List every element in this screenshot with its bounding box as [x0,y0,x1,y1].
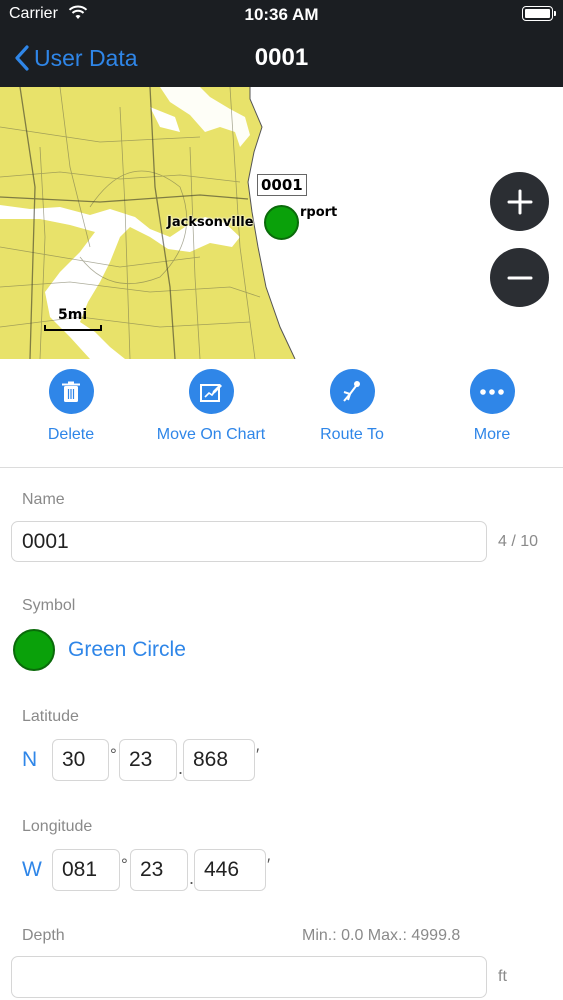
delete-label: Delete [47,426,95,443]
more-label: More [473,426,511,443]
name-char-counter: 4 / 10 [498,533,539,550]
route-to-label: Route To [320,426,384,443]
latitude-degrees-field[interactable]: 30 [52,739,109,781]
more-button[interactable]: More [422,369,562,444]
name-label: Name [22,491,65,508]
status-bar: Carrier 10:36 AM [0,0,563,30]
depth-field[interactable] [11,956,487,998]
minute-symbol: ′ [256,745,260,764]
depth-range-hint: Min.: 0.0 Max.: 4999.8 [302,927,461,944]
delete-button[interactable]: Delete [1,369,141,444]
latitude-hemisphere-toggle[interactable]: N [22,748,37,772]
city-label: Jacksonville [167,215,254,230]
scale-bar [44,325,102,331]
degree-symbol: ° [121,855,128,874]
longitude-hemisphere-toggle[interactable]: W [22,858,42,882]
action-bar: Delete Move On Chart Route To More [0,359,563,468]
chart-map[interactable]: 0001 Jacksonville rport 5mi [0,87,563,359]
move-on-chart-button[interactable]: Move On Chart [141,369,281,444]
waypoint-marker[interactable] [264,205,299,240]
waypoint-label: 0001 [257,174,307,196]
top-bar: Carrier 10:36 AM User Data 0001 [0,0,563,87]
longitude-label: Longitude [22,818,93,835]
clock: 10:36 AM [244,5,319,24]
longitude-decimal-field[interactable]: 446 [194,849,266,891]
depth-unit: ft [498,968,507,985]
route-to-button[interactable]: Route To [282,369,422,444]
plus-icon [507,189,532,214]
latitude-minutes-field[interactable]: 23 [119,739,177,781]
ellipsis-icon [469,369,515,414]
name-field[interactable]: 0001 [11,521,487,562]
green-circle-symbol-icon[interactable] [13,629,55,671]
symbol-label: Symbol [22,597,76,614]
longitude-degrees-field[interactable]: 081 [52,849,120,891]
latitude-decimal-field[interactable]: 868 [183,739,255,781]
zoom-out-button[interactable] [490,248,549,307]
zoom-in-button[interactable] [490,172,549,231]
minus-icon [507,276,532,279]
depth-label: Depth [22,927,65,944]
trash-icon [48,369,94,414]
longitude-minutes-field[interactable]: 23 [130,849,188,891]
poi-label: rport [300,205,338,220]
battery-icon [522,6,556,21]
latitude-label: Latitude [22,708,79,725]
degree-symbol: ° [110,745,117,764]
move-on-chart-icon [188,369,234,414]
move-on-chart-label: Move On Chart [156,426,266,443]
scale-label: 5mi [58,307,88,323]
route-to-icon [329,369,375,414]
page-title: 0001 [254,44,309,71]
minute-symbol: ′ [267,855,271,874]
symbol-selector[interactable]: Green Circle [68,638,186,662]
